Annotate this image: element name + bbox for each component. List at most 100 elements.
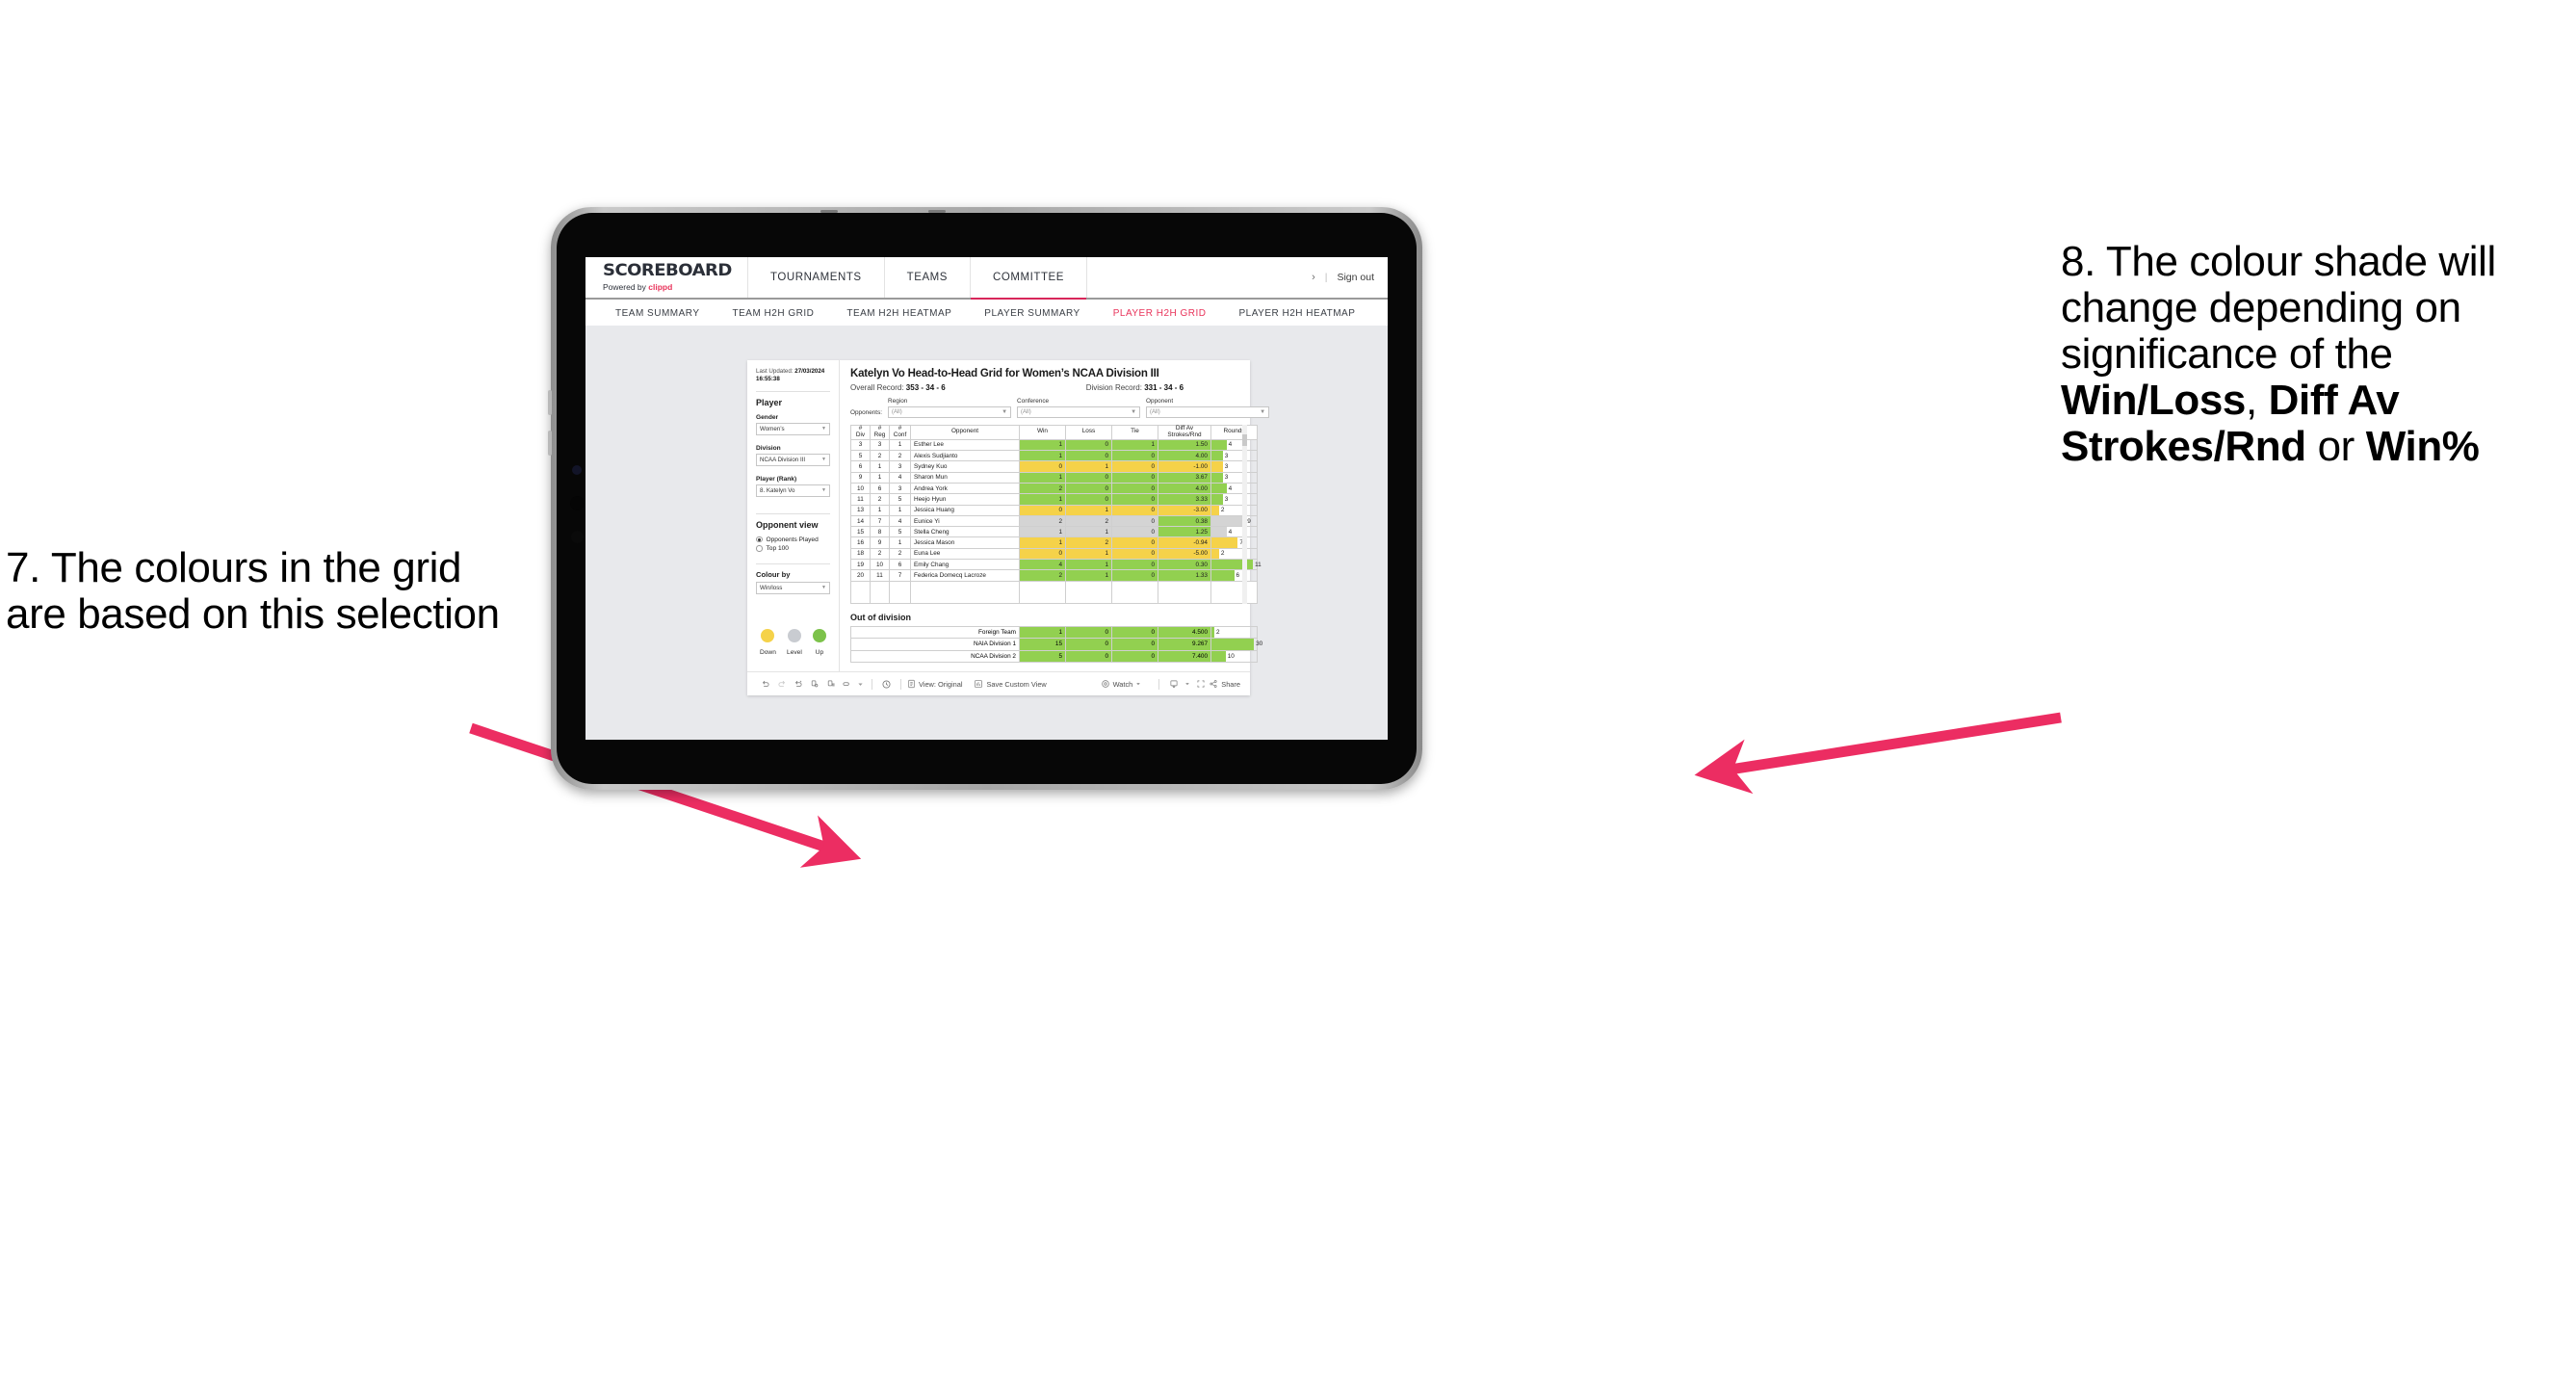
grid-vertical-scrollbar[interactable] (1242, 425, 1247, 604)
table-row[interactable]: 14 7 4 Eunice Yi 2 2 0 0.38 9 (850, 514, 1258, 528)
table-row[interactable]: 13 1 1 Jessica Huang 0 1 0 -3.00 2 (850, 504, 1258, 516)
cell-reg: 3 (870, 438, 890, 452)
cell-div: 11 (850, 493, 871, 506)
overall-record: Overall Record: 353 - 34 - 6 (850, 383, 946, 392)
grid-column-header[interactable]: Opponent (910, 425, 1020, 440)
radio-opponents-played[interactable]: Opponents Played (756, 536, 830, 543)
dropdown-caret-icon[interactable] (855, 681, 866, 688)
subnav-item-player-summary[interactable]: PLAYER SUMMARY (968, 308, 1096, 319)
cell-tie: 0 (1111, 482, 1158, 495)
cell-diff-av-strokes: -5.00 (1158, 547, 1211, 561)
rounds-value: 3 (1224, 452, 1229, 459)
table-row[interactable]: 3 3 1 Esther Lee 1 0 1 1.50 4 (850, 438, 1258, 452)
rounds-value: 4 (1228, 528, 1233, 536)
cell-conf: 5 (889, 493, 911, 506)
cell-opponent: Euna Lee (910, 547, 1020, 561)
revert-icon[interactable] (790, 679, 806, 689)
cell-loss: 1 (1065, 460, 1112, 473)
chevron-down-icon: ▼ (1260, 409, 1266, 415)
table-row[interactable]: 18 2 2 Euna Lee 0 1 0 -5.00 2 (850, 547, 1258, 561)
radio-top-100-label: Top 100 (766, 545, 789, 553)
rounds-value: 3 (1224, 474, 1229, 482)
nav-item-committee[interactable]: COMMITTEE (970, 257, 1087, 300)
history-icon[interactable] (878, 679, 895, 690)
save-custom-view-button[interactable]: Save Custom View (974, 679, 1047, 689)
table-row[interactable]: 19 10 6 Emily Chang 4 1 0 0.30 11 (850, 559, 1262, 571)
highlight-icon[interactable] (839, 679, 855, 689)
filter-region-select[interactable]: (All) ▼ (888, 406, 1012, 418)
cell-opponent: Sharon Mun (910, 471, 1020, 484)
division-select[interactable]: NCAA Division III ▼ (756, 453, 830, 466)
grid-column-header[interactable]: # Conf (889, 425, 911, 440)
filter-conference-select[interactable]: (All) ▼ (1017, 406, 1141, 418)
grid-column-header[interactable]: # Div (850, 425, 871, 440)
cell-rounds: 2 (1210, 625, 1258, 640)
view-original-button[interactable]: View: Original (907, 679, 962, 689)
subnav-item-player-h2h-grid[interactable]: PLAYER H2H GRID (1097, 308, 1223, 319)
grid-column-header[interactable]: Rounds (1210, 425, 1258, 440)
pause-refresh-icon[interactable] (822, 679, 839, 689)
rounds-value: 2 (1220, 550, 1225, 558)
undo-icon[interactable] (757, 679, 773, 689)
gender-select[interactable]: Women’s ▼ (756, 422, 830, 435)
table-row[interactable]: 10 6 3 Andrea York 2 0 0 4.00 4 (850, 482, 1258, 495)
cell-reg: 8 (870, 526, 890, 538)
last-updated: Last Updated: 27/03/2024 16:55:38 (756, 368, 830, 384)
watch-button[interactable]: Watch (1101, 679, 1142, 689)
nav-item-teams[interactable]: TEAMS (883, 257, 970, 298)
table-row[interactable]: Foreign Team 1 0 0 4.500 2 (850, 625, 1258, 640)
filter-conference-label: Conference (1017, 398, 1050, 405)
table-row[interactable]: 11 2 5 Heejo Hyun 1 0 0 3.33 3 (850, 493, 1258, 506)
subnav-item-player-h2h-heatmap[interactable]: PLAYER H2H HEATMAP (1223, 308, 1372, 319)
grid-scrollbar-thumb[interactable] (1242, 434, 1247, 446)
fullscreen-icon[interactable] (1192, 679, 1209, 689)
table-row[interactable]: 6 1 3 Sydney Kuo 0 1 0 -1.00 3 (850, 460, 1258, 473)
share-button[interactable]: Share (1209, 679, 1240, 689)
annotation-8-bold-winloss: Win/Loss (2061, 376, 2246, 424)
table-row[interactable]: 9 1 4 Sharon Mun 1 0 0 3.67 3 (850, 471, 1258, 484)
table-row[interactable]: 15 8 5 Stella Cheng 1 1 0 1.25 4 (850, 526, 1258, 538)
grid-column-header[interactable]: Tie (1111, 425, 1158, 440)
cell-reg: 2 (870, 450, 890, 462)
table-row[interactable]: 5 2 2 Alexis Sudjianto 1 0 0 4.00 3 (850, 450, 1258, 462)
chevron-right-icon[interactable]: › (1312, 272, 1315, 283)
grid-column-header[interactable]: # Reg (870, 425, 890, 440)
legend-label-down: Down (760, 649, 776, 656)
save-view-icon (975, 680, 983, 688)
chevron-down-icon[interactable] (1182, 681, 1192, 687)
cell-reg: 1 (870, 460, 890, 473)
tablet-volume-up-button[interactable] (548, 390, 552, 415)
chevron-down-icon: ▼ (821, 426, 826, 432)
sign-out-link[interactable]: Sign out (1337, 272, 1374, 283)
colour-by-select[interactable]: Win/loss ▼ (756, 581, 830, 594)
rounds-bar (1211, 505, 1219, 515)
grid-column-header[interactable]: Loss (1065, 425, 1112, 440)
tablet-volume-down-button[interactable] (548, 431, 552, 456)
redo-icon[interactable] (773, 679, 790, 689)
subnav-item-team-h2h-grid[interactable]: TEAM H2H GRID (716, 308, 831, 319)
annotation-8-mid1: , (2245, 376, 2269, 424)
overall-record-value: 353 - 34 - 6 (905, 383, 946, 392)
legend-item-down: Down (760, 629, 776, 656)
grid-column-header[interactable]: Win (1019, 425, 1066, 440)
radio-top-100[interactable]: Top 100 (756, 545, 830, 552)
annotation-8: 8. The colour shade will change dependin… (2061, 239, 2571, 470)
table-row[interactable]: NCAA Division 2 5 0 0 7.400 10 (850, 649, 1258, 664)
table-row[interactable]: 20 11 7 Federica Domecq Lacroze 2 1 0 1.33 6 (850, 569, 1258, 582)
grid-column-header[interactable]: Diff Av Strokes/Rnd (1158, 425, 1211, 440)
division-label: Division (756, 444, 781, 452)
player-rank-select[interactable]: 8. Katelyn Vo ▼ (756, 484, 830, 497)
divider (756, 512, 830, 514)
legend-item-level: Level (787, 629, 802, 656)
subnav-item-team-h2h-heatmap[interactable]: TEAM H2H HEATMAP (830, 308, 968, 319)
subnav-item-team-summary[interactable]: TEAM SUMMARY (599, 308, 716, 319)
cell-loss: 2 (1065, 536, 1112, 549)
refresh-data-icon[interactable] (806, 679, 822, 689)
table-row[interactable]: NAIA Division 1 15 0 0 9.267 30 (850, 638, 1262, 651)
nav-item-tournaments[interactable]: TOURNAMENTS (747, 257, 884, 298)
brand-logo[interactable]: SCOREBOARD Powered by clippd (585, 257, 747, 298)
cell-reg: 1 (870, 504, 890, 516)
download-icon[interactable] (1165, 679, 1182, 689)
filter-opponent-select[interactable]: (All) ▼ (1146, 406, 1270, 418)
table-row[interactable]: 1691Jessica Mason120-0.947 (850, 536, 1258, 549)
